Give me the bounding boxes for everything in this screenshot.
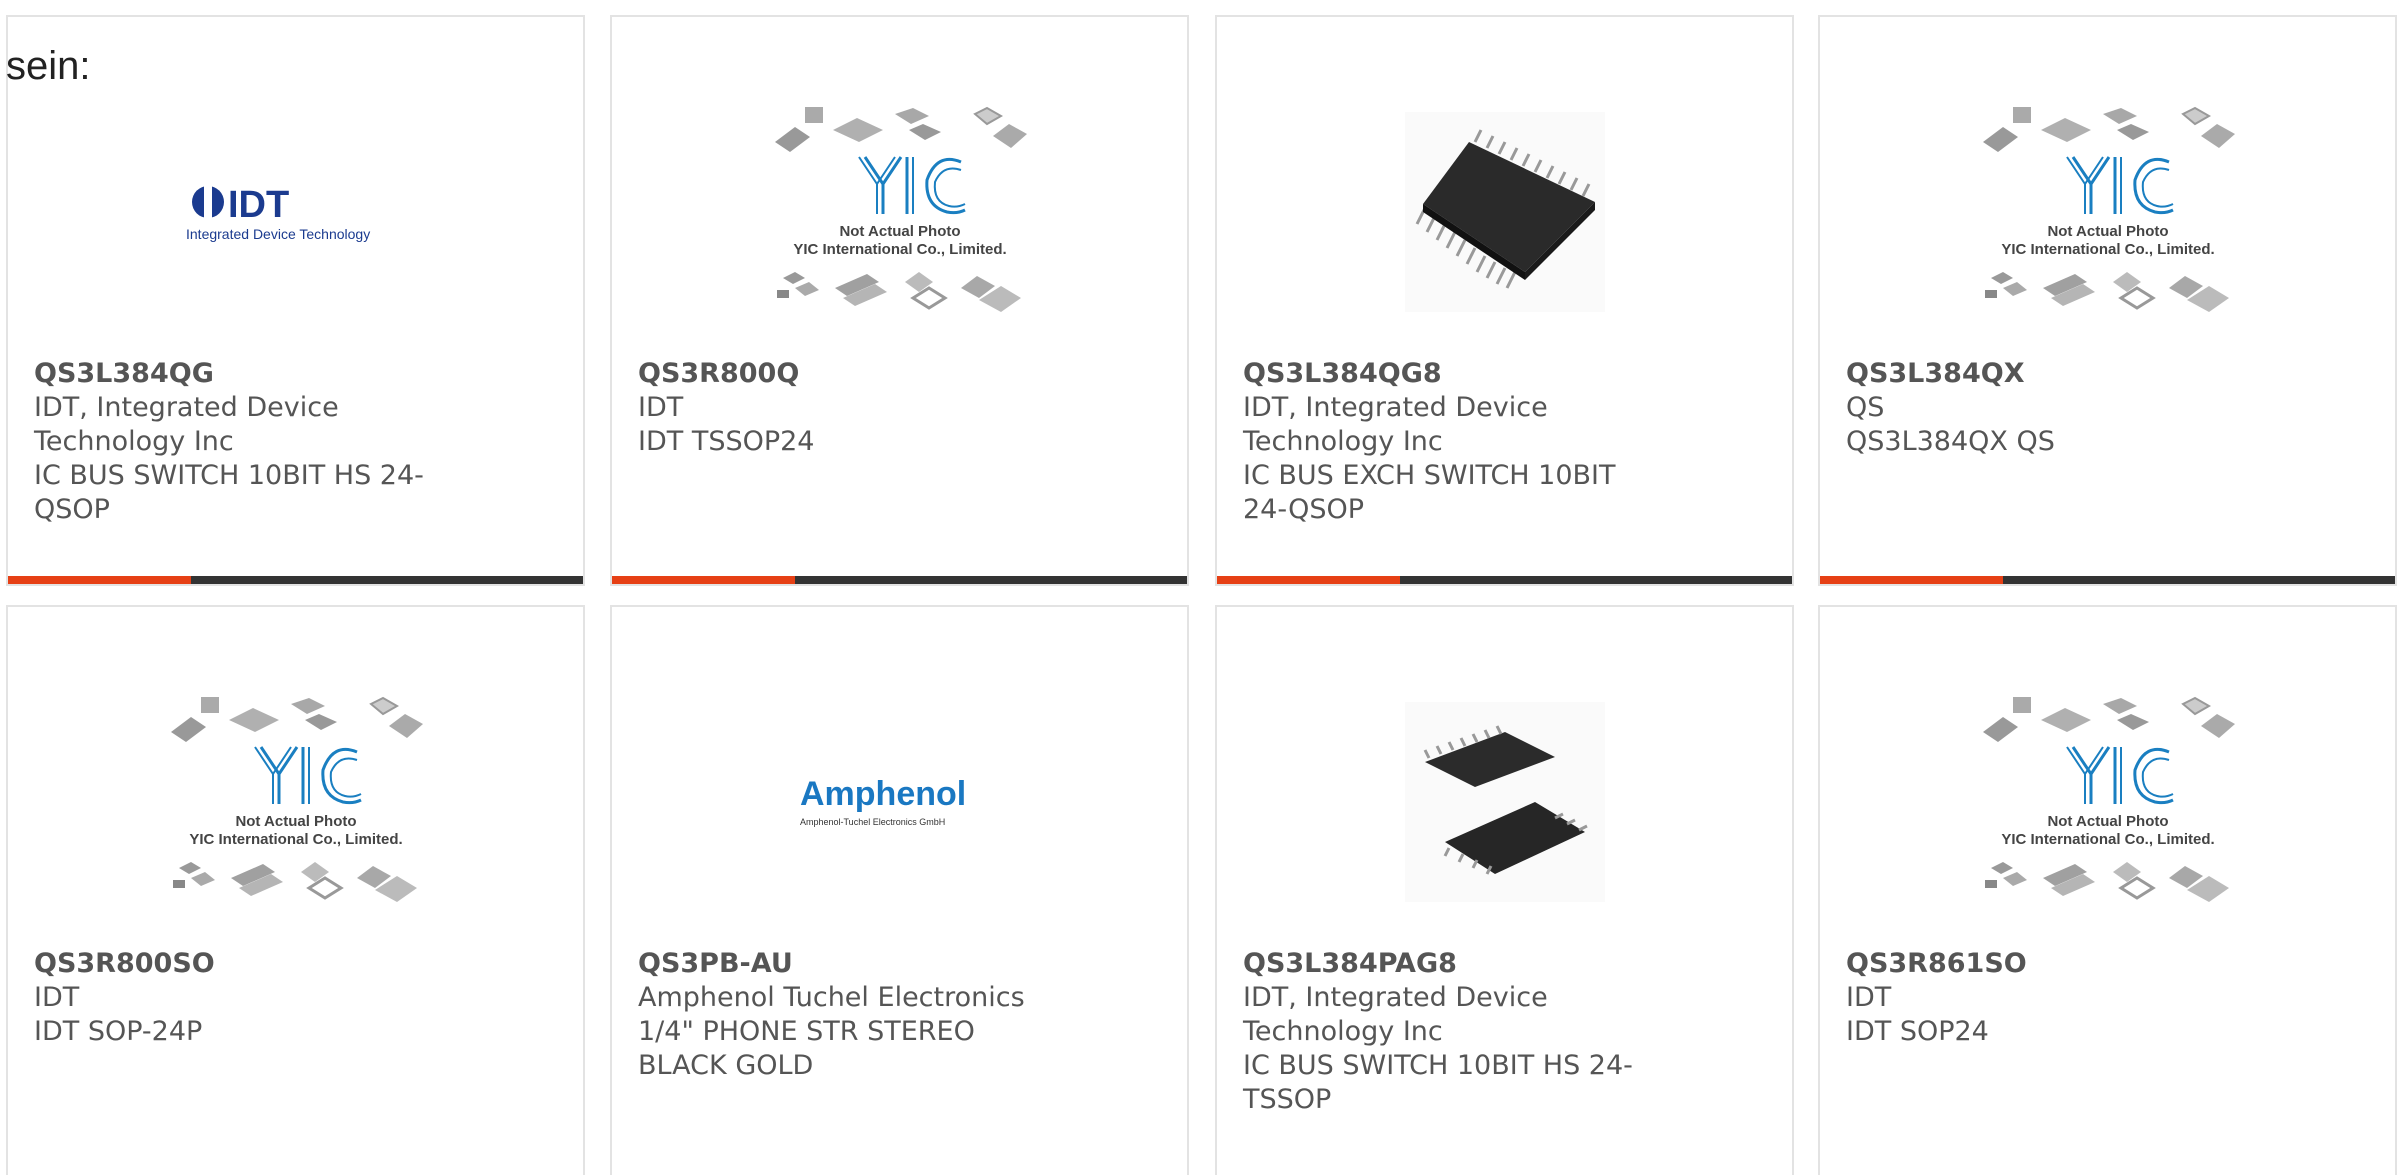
card-bar [8, 576, 583, 584]
manufacturer: QS [1846, 392, 1885, 423]
product-image[interactable]: Amphenol Amphenol-Tuchel Electronics Gmb… [612, 657, 1187, 947]
product-image[interactable] [612, 67, 1187, 357]
yic-placeholder-image [1981, 105, 2236, 314]
yic-placeholder-image [169, 695, 424, 904]
product-card[interactable]: IDT Integrated Device Technology QS3L384… [6, 15, 585, 586]
part-number[interactable]: QS3R800SO [34, 947, 434, 981]
product-card[interactable]: Amphenol Amphenol-Tuchel Electronics Gmb… [610, 605, 1189, 1175]
card-bar [1217, 576, 1792, 584]
chip-photo [1404, 112, 1605, 312]
manufacturer: Amphenol Tuchel Electronics [638, 982, 1025, 1013]
svg-text:Integrated Device Technology: Integrated Device Technology [186, 226, 370, 242]
product-card[interactable]: QS3R800SO IDT IDT SOP-24P [6, 605, 585, 1175]
product-image[interactable] [1820, 657, 2395, 947]
svg-text:IDT: IDT [228, 184, 289, 226]
part-number[interactable]: QS3R800Q [638, 357, 1038, 391]
product-info: QS3L384PAG8 IDT, Integrated Device Techn… [1243, 947, 1643, 1117]
product-card[interactable]: QS3R861SO IDT IDT SOP24 [1818, 605, 2397, 1175]
product-image[interactable]: IDT Integrated Device Technology [8, 67, 583, 357]
card-bar-accent [8, 576, 191, 584]
product-info: QS3R800Q IDT IDT TSSOP24 [638, 357, 1038, 459]
product-image[interactable] [8, 657, 583, 947]
manufacturer: IDT [1846, 982, 1892, 1013]
part-number[interactable]: QS3R861SO [1846, 947, 2246, 981]
card-bar [612, 576, 1187, 584]
manufacturer: IDT [638, 392, 684, 423]
chip-photo [1404, 702, 1605, 902]
product-image[interactable] [1217, 657, 1792, 947]
description: IC BUS EXCH SWITCH 10BIT 24-QSOP [1243, 460, 1616, 525]
product-image[interactable] [1820, 67, 2395, 357]
product-info: QS3PB-AU Amphenol Tuchel Electronics 1/4… [638, 947, 1038, 1083]
product-info: QS3L384QG8 IDT, Integrated Device Techno… [1243, 357, 1643, 527]
description: IDT TSSOP24 [638, 426, 815, 457]
part-number[interactable]: QS3L384QX [1846, 357, 2246, 391]
product-info: QS3R800SO IDT IDT SOP-24P [34, 947, 434, 1049]
svg-text:Amphenol-Tuchel Electronics Gm: Amphenol-Tuchel Electronics GmbH [800, 817, 945, 827]
card-bar-accent [1217, 576, 1400, 584]
svg-text:Amphenol: Amphenol [800, 775, 966, 813]
product-image[interactable] [1217, 67, 1792, 357]
yic-placeholder-image [1981, 695, 2236, 904]
intro-text: sein: [6, 44, 91, 88]
product-info: QS3R861SO IDT IDT SOP24 [1846, 947, 2246, 1049]
part-number[interactable]: QS3PB-AU [638, 947, 1038, 981]
product-card[interactable]: QS3L384PAG8 IDT, Integrated Device Techn… [1215, 605, 1794, 1175]
description: IC BUS SWITCH 10BIT HS 24-QSOP [34, 460, 424, 525]
description: 1/4" PHONE STR STEREO BLACK GOLD [638, 1016, 975, 1081]
product-card[interactable]: QS3L384QG8 IDT, Integrated Device Techno… [1215, 15, 1794, 586]
description: IDT SOP-24P [34, 1016, 203, 1047]
description: IDT SOP24 [1846, 1016, 1989, 1047]
manufacturer: IDT, Integrated Device Technology Inc [1243, 982, 1548, 1047]
manufacturer: IDT [34, 982, 80, 1013]
product-info: QS3L384QG IDT, Integrated Device Technol… [34, 357, 434, 527]
card-bar-accent [1820, 576, 2003, 584]
card-bar [1820, 576, 2395, 584]
product-card[interactable]: QS3L384QX QS QS3L384QX QS [1818, 15, 2397, 586]
yic-placeholder-image [773, 105, 1028, 314]
description: IC BUS SWITCH 10BIT HS 24-TSSOP [1243, 1050, 1633, 1115]
product-info: QS3L384QX QS QS3L384QX QS [1846, 357, 2246, 459]
product-card[interactable]: QS3R800Q IDT IDT TSSOP24 [610, 15, 1189, 586]
amphenol-logo: Amphenol Amphenol-Tuchel Electronics Gmb… [800, 775, 966, 827]
manufacturer: IDT, Integrated Device Technology Inc [34, 392, 339, 457]
part-number[interactable]: QS3L384QG [34, 357, 434, 391]
part-number[interactable]: QS3L384PAG8 [1243, 947, 1643, 981]
card-bar-accent [612, 576, 795, 584]
idt-logo: IDT Integrated Device Technology [186, 184, 370, 242]
description: QS3L384QX QS [1846, 426, 2055, 457]
manufacturer: IDT, Integrated Device Technology Inc [1243, 392, 1548, 457]
part-number[interactable]: QS3L384QG8 [1243, 357, 1643, 391]
